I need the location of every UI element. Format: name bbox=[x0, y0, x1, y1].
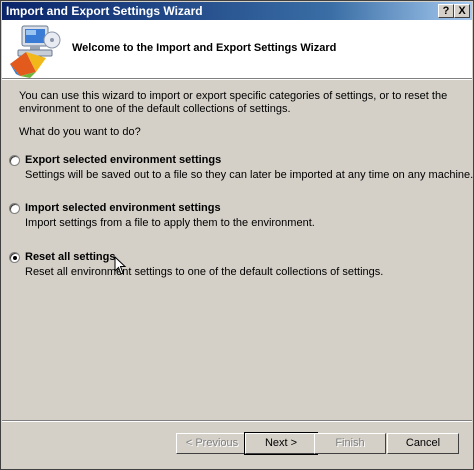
reset-option-description: Reset all environment settings to one of… bbox=[25, 266, 384, 278]
header-divider bbox=[2, 79, 472, 80]
footer-divider-highlight bbox=[2, 421, 472, 422]
finish-button[interactable]: Finish bbox=[314, 433, 386, 454]
title-bar[interactable]: Import and Export Settings Wizard ? X bbox=[2, 2, 472, 20]
export-option-description: Settings will be saved out to a file so … bbox=[25, 169, 474, 181]
wizard-window: Import and Export Settings Wizard ? X We… bbox=[0, 0, 474, 470]
export-option-label[interactable]: Export selected environment settings bbox=[25, 154, 221, 166]
header-title: Welcome to the Import and Export Setting… bbox=[72, 42, 337, 54]
question-text: What do you want to do? bbox=[19, 126, 141, 138]
export-radio[interactable] bbox=[9, 155, 20, 166]
wizard-content: You can use this wizard to import or exp… bbox=[19, 90, 459, 138]
import-option-description: Import settings from a file to apply the… bbox=[25, 217, 315, 229]
help-button[interactable]: ? bbox=[438, 4, 454, 18]
intro-text: You can use this wizard to import or exp… bbox=[19, 90, 448, 115]
visual-studio-computer-icon bbox=[10, 25, 61, 78]
mouse-cursor-icon bbox=[114, 256, 127, 275]
reset-radio[interactable] bbox=[9, 252, 20, 263]
window-title: Import and Export Settings Wizard bbox=[6, 4, 203, 18]
reset-option-label[interactable]: Reset all settings bbox=[25, 251, 115, 263]
wizard-header: Welcome to the Import and Export Setting… bbox=[2, 20, 472, 79]
cancel-button[interactable]: Cancel bbox=[387, 433, 459, 454]
previous-button[interactable]: < Previous bbox=[176, 433, 248, 454]
import-radio[interactable] bbox=[9, 203, 20, 214]
close-button[interactable]: X bbox=[454, 4, 470, 18]
next-button[interactable]: Next > bbox=[244, 432, 318, 455]
import-option-label[interactable]: Import selected environment settings bbox=[25, 202, 221, 214]
